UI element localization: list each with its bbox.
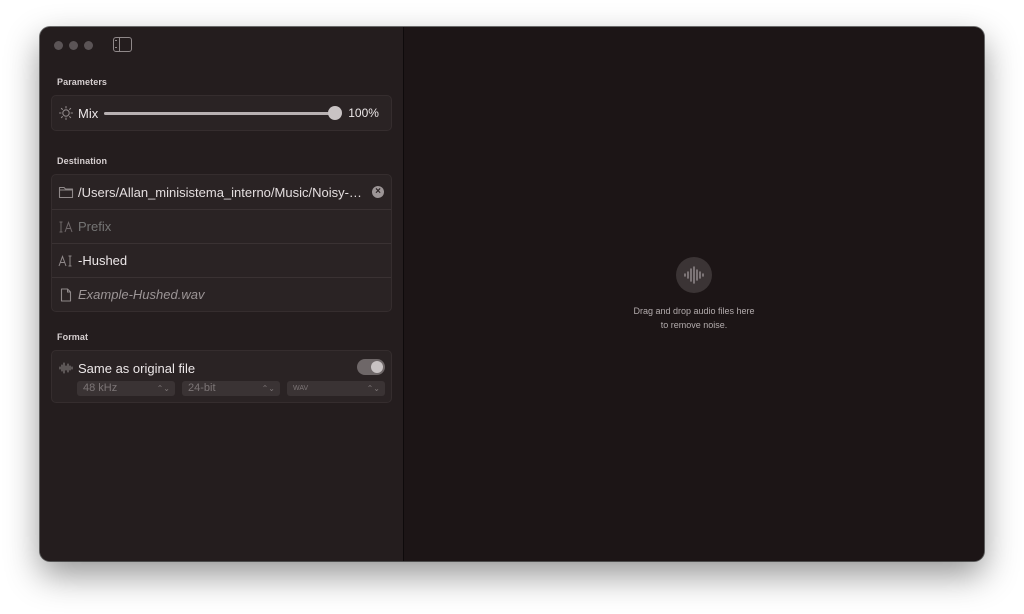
- app-window: Parameters Mix 100% Destination /Users/A…: [40, 27, 984, 561]
- chevron-updown-icon: ⌃⌄: [261, 384, 275, 393]
- file-type-value: WAV: [293, 385, 309, 392]
- mix-label: Mix: [78, 105, 99, 121]
- close-button[interactable]: [54, 41, 63, 50]
- waveform-circle-icon: [676, 257, 712, 293]
- drop-hint-line1: Drag and drop audio files here: [633, 306, 755, 316]
- text-cursor-suffix-icon: [58, 253, 74, 269]
- text-cursor-prefix-icon: [58, 219, 74, 235]
- bit-depth-select[interactable]: 24-bit ⌃⌄: [182, 381, 280, 396]
- drop-zone: Drag and drop audio files here to remove…: [404, 257, 984, 332]
- document-icon: [58, 287, 74, 303]
- chevron-updown-icon: ⌃⌄: [366, 384, 380, 393]
- example-filename: Example-Hushed.wav: [78, 287, 205, 302]
- xmark-circle-icon[interactable]: ×: [372, 186, 384, 198]
- bit-depth-value: 24-bit: [188, 382, 216, 394]
- mix-row: Mix 100%: [52, 96, 391, 130]
- format-group: Same as original file 48 kHz ⌃⌄ 24-bit ⌃…: [51, 350, 392, 403]
- drop-area[interactable]: Drag and drop audio files here to remove…: [404, 27, 984, 561]
- drop-hint-line2: to remove noise.: [660, 320, 728, 330]
- mix-value: 100%: [348, 106, 379, 120]
- window-controls: [54, 41, 93, 50]
- suffix-row[interactable]: -Hushed: [52, 243, 391, 277]
- folder-icon: [58, 184, 74, 200]
- same-as-original-toggle[interactable]: [357, 359, 385, 375]
- destination-group: /Users/Allan_minisistema_interno/Music/N…: [51, 174, 392, 312]
- zoom-button[interactable]: [84, 41, 93, 50]
- prefix-row[interactable]: [52, 209, 391, 243]
- section-title-parameters: Parameters: [57, 77, 108, 87]
- mix-slider[interactable]: [104, 105, 343, 121]
- example-row: Example-Hushed.wav: [52, 277, 391, 311]
- folder-row[interactable]: /Users/Allan_minisistema_interno/Music/N…: [52, 175, 391, 209]
- same-as-original-row: Same as original file: [52, 351, 391, 385]
- sample-rate-select[interactable]: 48 kHz ⌃⌄: [77, 381, 175, 396]
- format-popups: 48 kHz ⌃⌄ 24-bit ⌃⌄ WAV ⌃⌄: [52, 381, 391, 402]
- file-type-select[interactable]: WAV ⌃⌄: [287, 381, 385, 396]
- sun-dotted-icon: [58, 105, 74, 121]
- prefix-field[interactable]: [78, 219, 358, 234]
- destination-path: /Users/Allan_minisistema_interno/Music/N…: [78, 184, 366, 200]
- sidebar: Parameters Mix 100% Destination /Users/A…: [40, 27, 404, 561]
- waveform-icon: [58, 360, 74, 376]
- mix-slider-knob[interactable]: [328, 106, 343, 120]
- same-as-original-label: Same as original file: [78, 360, 196, 376]
- parameters-group: Mix 100%: [51, 95, 392, 131]
- minimize-button[interactable]: [69, 41, 78, 50]
- chevron-updown-icon: ⌃⌄: [156, 384, 170, 393]
- sample-rate-value: 48 kHz: [83, 382, 118, 394]
- suffix-field[interactable]: -Hushed: [78, 253, 127, 268]
- sidebar-left-icon[interactable]: [113, 37, 132, 52]
- section-title-format: Format: [57, 332, 89, 342]
- section-title-destination: Destination: [57, 156, 108, 166]
